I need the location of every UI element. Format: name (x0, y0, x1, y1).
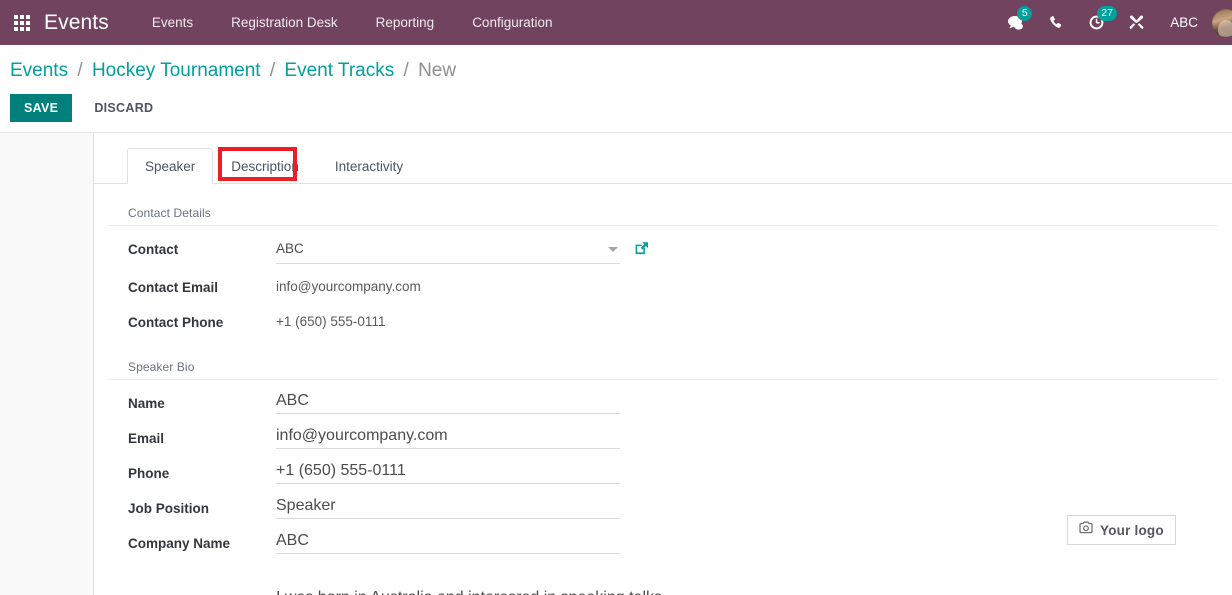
contact-input-text: ABC (276, 241, 304, 256)
apps-menu-button[interactable] (0, 0, 44, 45)
breadcrumb: Events / Hockey Tournament / Event Track… (0, 54, 1232, 90)
field-row-contact-phone: Contact Phone +1 (650) 555-0111 (94, 311, 1232, 334)
email-label: Email (128, 431, 165, 446)
phone-input[interactable]: +1 (650) 555-0111 (276, 462, 620, 484)
contact-value-wrap: ABC (276, 238, 649, 264)
user-menu-button[interactable]: ABC (1156, 0, 1212, 45)
activities-button[interactable]: 27 (1076, 0, 1117, 45)
messages-button[interactable]: 5 (996, 0, 1036, 45)
app-brand-title[interactable]: Events (44, 11, 109, 35)
job-position-label: Job Position (128, 501, 209, 516)
debug-tools-button[interactable] (1116, 0, 1156, 45)
messages-count-badge: 5 (1017, 6, 1033, 21)
systray: 5 27 ABC (996, 0, 1232, 45)
email-input[interactable]: info@yourcompany.com (276, 427, 620, 449)
chevron-down-icon[interactable] (608, 246, 618, 252)
field-row-job-position: Job Position Speaker (94, 497, 1232, 520)
menu-item-registration-desk[interactable]: Registration Desk (212, 0, 357, 45)
phone-icon (1048, 15, 1064, 31)
avatar[interactable] (1212, 8, 1232, 37)
main-menu: Events Registration Desk Reporting Confi… (133, 0, 572, 45)
contact-email-label: Contact Email (128, 280, 219, 295)
breadcrumb-item-events[interactable]: Events (10, 60, 68, 81)
field-row-phone: Phone +1 (650) 555-0111 (94, 462, 1232, 485)
company-name-label: Company Name (128, 536, 231, 551)
field-row-contact-email: Contact Email info@yourcompany.com (94, 276, 1232, 299)
form-sheet: Speaker Description Interactivity Contac… (93, 133, 1232, 595)
contact-input[interactable]: ABC (276, 238, 620, 264)
contact-email-value: info@yourcompany.com (276, 279, 421, 294)
speaker-tab-content: Contact Details Contact ABC Contact Emai… (94, 184, 1232, 595)
discard-button[interactable]: DISCARD (82, 94, 165, 122)
contact-label: Contact (128, 242, 179, 257)
name-input[interactable]: ABC (276, 392, 620, 414)
bio-spacer (94, 555, 1232, 577)
external-link-icon (634, 241, 649, 263)
logo-upload-placeholder[interactable]: Your logo (1067, 515, 1176, 545)
menu-item-configuration[interactable]: Configuration (453, 0, 571, 45)
name-label: Name (128, 396, 165, 411)
tab-interactivity[interactable]: Interactivity (317, 148, 421, 184)
form-view-area: Speaker Description Interactivity Contac… (0, 133, 1232, 595)
biography-input[interactable]: I was born in Australia and interesred i… (276, 589, 1156, 595)
contact-phone-label: Contact Phone (128, 315, 224, 330)
open-contact-record-button[interactable] (634, 240, 649, 263)
voip-phone-button[interactable] (1036, 0, 1076, 45)
breadcrumb-item-hockey-tournament[interactable]: Hockey Tournament (92, 60, 261, 81)
top-navbar: Events Events Registration Desk Reportin… (0, 0, 1232, 45)
field-row-company-name: Company Name ABC (94, 532, 1232, 555)
tab-description[interactable]: Description (213, 148, 317, 184)
camera-icon (1079, 521, 1093, 539)
record-action-buttons: SAVE DISCARD (0, 90, 1232, 132)
field-row-biography: Biography I was born in Australia and in… (94, 589, 1232, 595)
activities-count-badge: 27 (1097, 6, 1117, 21)
apps-grid-icon (14, 14, 30, 31)
menu-item-reporting[interactable]: Reporting (357, 0, 454, 45)
breadcrumb-item-event-tracks[interactable]: Event Tracks (284, 60, 394, 81)
tools-wrench-icon (1128, 14, 1145, 31)
phone-label: Phone (128, 466, 170, 481)
menu-item-events[interactable]: Events (133, 0, 212, 45)
breadcrumb-separator: / (77, 60, 83, 81)
field-row-name: Name ABC (94, 392, 1232, 415)
contact-details-divider (108, 225, 1218, 226)
breadcrumb-item-new: New (418, 60, 457, 81)
contact-phone-value: +1 (650) 555-0111 (276, 314, 386, 329)
tab-speaker[interactable]: Speaker (127, 148, 214, 184)
field-row-email: Email info@yourcompany.com (94, 427, 1232, 450)
notebook-tabs: Speaker Description Interactivity (94, 142, 1232, 184)
biography-label: Biography (128, 589, 276, 595)
contact-details-group-title: Contact Details (128, 206, 211, 220)
speaker-bio-divider (108, 379, 1218, 380)
company-name-input[interactable]: ABC (276, 532, 620, 554)
job-position-input[interactable]: Speaker (276, 497, 620, 519)
logo-placeholder-label: Your logo (1100, 522, 1164, 538)
breadcrumb-separator: / (403, 60, 409, 81)
speaker-bio-group-title: Speaker Bio (128, 360, 195, 374)
save-button[interactable]: SAVE (10, 94, 73, 122)
control-panel: Events / Hockey Tournament / Event Track… (0, 45, 1232, 133)
field-row-contact: Contact ABC (94, 238, 1232, 264)
breadcrumb-separator: / (269, 60, 276, 81)
